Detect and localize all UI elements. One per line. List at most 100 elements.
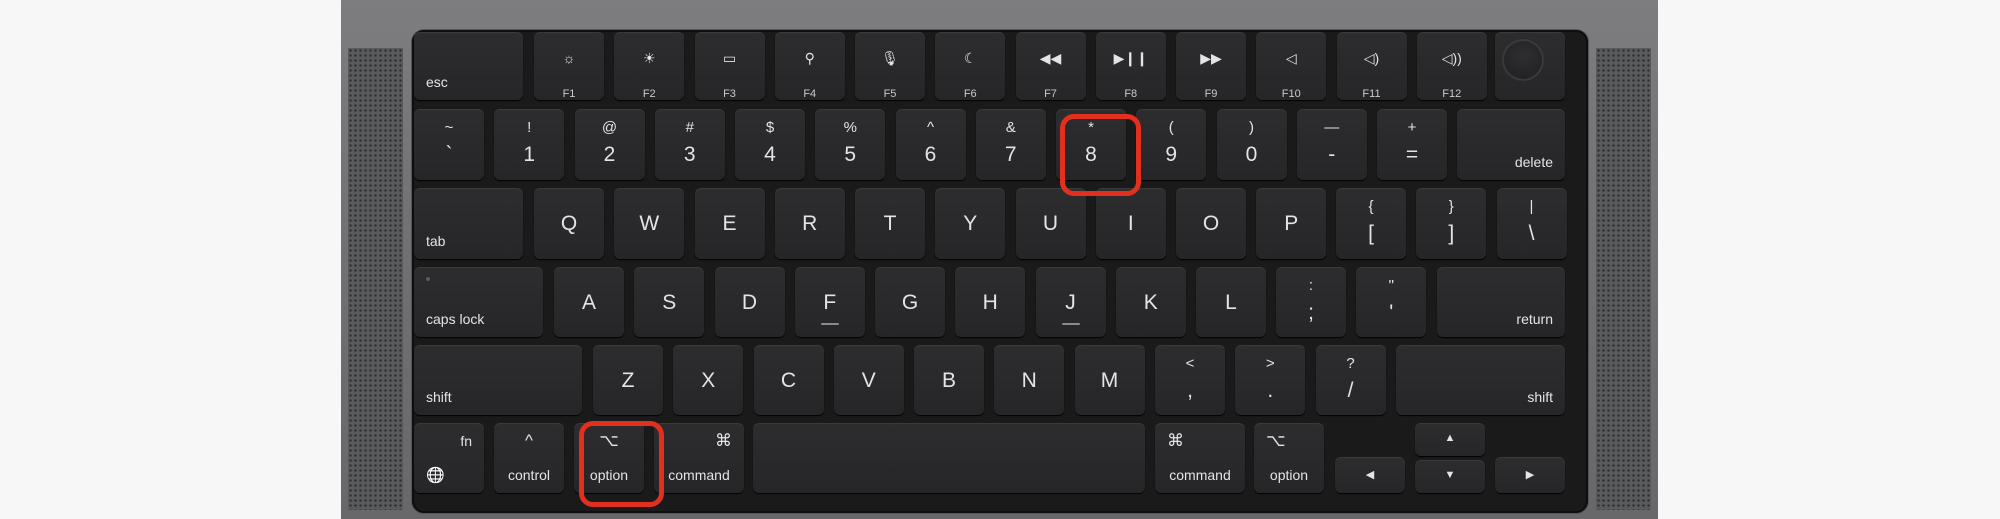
key-e[interactable]: E: [694, 188, 765, 259]
key-1[interactable]: ! 1: [494, 109, 565, 180]
key-9[interactable]: (9: [1136, 109, 1207, 180]
key-primary-symbol: .: [1267, 379, 1274, 402]
quote-key[interactable]: " ': [1356, 267, 1427, 337]
right-shift-key[interactable]: shift: [1396, 345, 1565, 415]
key-f12[interactable]: ◁)) F12: [1416, 32, 1487, 100]
key-f10[interactable]: ◁ F10: [1256, 32, 1327, 100]
space-bar[interactable]: [753, 423, 1145, 493]
key-3[interactable]: #3: [654, 109, 725, 180]
right-option-key[interactable]: ⌥ option: [1254, 423, 1324, 493]
do-not-disturb-icon: ☾: [963, 50, 977, 66]
option-label: option: [1269, 467, 1309, 483]
key-a[interactable]: A: [554, 267, 624, 337]
key-d[interactable]: D: [714, 267, 785, 337]
key-t[interactable]: T: [855, 188, 925, 259]
return-key[interactable]: return: [1437, 267, 1565, 337]
key-f4[interactable]: ⚲ F4: [774, 32, 845, 100]
key-p[interactable]: P: [1256, 188, 1327, 259]
left-command-key[interactable]: ⌘ command: [654, 423, 744, 493]
shift-label: shift: [1527, 389, 1553, 405]
brightness-up-icon: ☀: [642, 50, 656, 66]
key-0[interactable]: ) 0: [1216, 109, 1287, 180]
key-2[interactable]: @2: [574, 109, 645, 180]
key-i[interactable]: I: [1095, 188, 1166, 259]
key-s[interactable]: S: [634, 267, 705, 337]
highlight-ring-option-key: [579, 421, 664, 507]
key-u[interactable]: U: [1015, 188, 1086, 259]
key-c[interactable]: C: [753, 345, 824, 415]
key-primary-symbol: 6: [924, 143, 937, 166]
command-label: command: [668, 467, 730, 483]
key-f11[interactable]: ◁) F11: [1336, 32, 1407, 100]
key-w[interactable]: W: [614, 188, 685, 259]
key-shift-symbol: {: [1368, 198, 1374, 215]
arrow-down-key[interactable]: ▼: [1415, 460, 1485, 493]
key-m[interactable]: M: [1074, 345, 1145, 415]
semicolon-key[interactable]: :;: [1276, 267, 1346, 337]
right-bracket-key[interactable]: }]: [1416, 188, 1487, 259]
key-label: F6: [963, 88, 977, 100]
delete-key[interactable]: delete: [1457, 109, 1565, 180]
key-o[interactable]: O: [1176, 188, 1246, 259]
key-f7[interactable]: ◀◀ F7: [1015, 32, 1086, 100]
key-6[interactable]: ^ 6: [895, 109, 966, 180]
backslash-key[interactable]: | \: [1496, 188, 1567, 259]
left-shift-key[interactable]: shift: [414, 345, 582, 415]
slash-key[interactable]: ? /: [1315, 345, 1386, 415]
key--[interactable]: — -: [1296, 109, 1367, 180]
key-n[interactable]: N: [994, 345, 1065, 415]
return-label: return: [1516, 311, 1553, 327]
period-key[interactable]: >.: [1235, 345, 1306, 415]
key-f5[interactable]: 🎙 F5: [855, 32, 925, 100]
key-4[interactable]: $4: [735, 109, 805, 180]
tab-key[interactable]: tab: [414, 188, 523, 259]
key-y[interactable]: Y: [935, 188, 1006, 259]
key-v[interactable]: V: [833, 345, 904, 415]
key-f2[interactable]: ☀ F2: [614, 32, 685, 100]
highlight-ring-key-8: [1060, 114, 1141, 196]
key-q[interactable]: Q: [534, 188, 604, 259]
key-b[interactable]: B: [914, 345, 984, 415]
globe-icon: 🌐: [426, 467, 445, 484]
key-f[interactable]: F: [794, 267, 865, 337]
control-key[interactable]: ^ control: [494, 423, 564, 493]
key-j[interactable]: J: [1035, 267, 1106, 337]
key-backtick[interactable]: ~ `: [414, 109, 484, 180]
key-z[interactable]: Z: [593, 345, 663, 415]
key-=[interactable]: + =: [1377, 109, 1447, 180]
key-x[interactable]: X: [673, 345, 744, 415]
key-l[interactable]: L: [1196, 267, 1266, 337]
key-f3[interactable]: ▭ F3: [694, 32, 765, 100]
arrow-up-key[interactable]: ▲: [1415, 423, 1485, 456]
esc-key[interactable]: esc: [414, 32, 523, 100]
key-shift-symbol: !: [527, 119, 532, 136]
key-f8[interactable]: ▶❙❙ F8: [1095, 32, 1166, 100]
key-r[interactable]: R: [774, 188, 845, 259]
key-primary-symbol: [: [1368, 222, 1374, 245]
key-shift-symbol: |: [1529, 198, 1534, 215]
key-primary-symbol: 0: [1245, 143, 1258, 166]
key-g[interactable]: G: [875, 267, 945, 337]
delete-label: delete: [1514, 154, 1553, 170]
key-shift-symbol: ?: [1346, 355, 1355, 372]
key-h[interactable]: H: [955, 267, 1026, 337]
right-command-key[interactable]: ⌘ command: [1155, 423, 1245, 493]
key-primary-symbol: `: [445, 143, 453, 166]
key-7[interactable]: & 7: [975, 109, 1046, 180]
fn-globe-key[interactable]: fn 🌐: [414, 423, 484, 493]
key-f1[interactable]: ☼ F1: [534, 32, 604, 100]
caps-lock-key[interactable]: caps lock: [414, 267, 543, 337]
key-label: F8: [1124, 88, 1138, 100]
key-f9[interactable]: ▶▶ F9: [1176, 32, 1246, 100]
left-bracket-key[interactable]: {[: [1336, 188, 1406, 259]
touch-id-button[interactable]: [1495, 32, 1565, 100]
key-primary-symbol: 9: [1165, 143, 1178, 166]
key-k[interactable]: K: [1115, 267, 1186, 337]
arrow-left-key[interactable]: ◀: [1335, 457, 1405, 493]
comma-key[interactable]: <,: [1155, 345, 1225, 415]
key-f6[interactable]: ☾ F6: [935, 32, 1006, 100]
key-letter: E: [722, 212, 737, 235]
key-5[interactable]: % 5: [815, 109, 886, 180]
key-letter: U: [1042, 212, 1059, 235]
arrow-right-key[interactable]: ▶: [1495, 457, 1565, 493]
